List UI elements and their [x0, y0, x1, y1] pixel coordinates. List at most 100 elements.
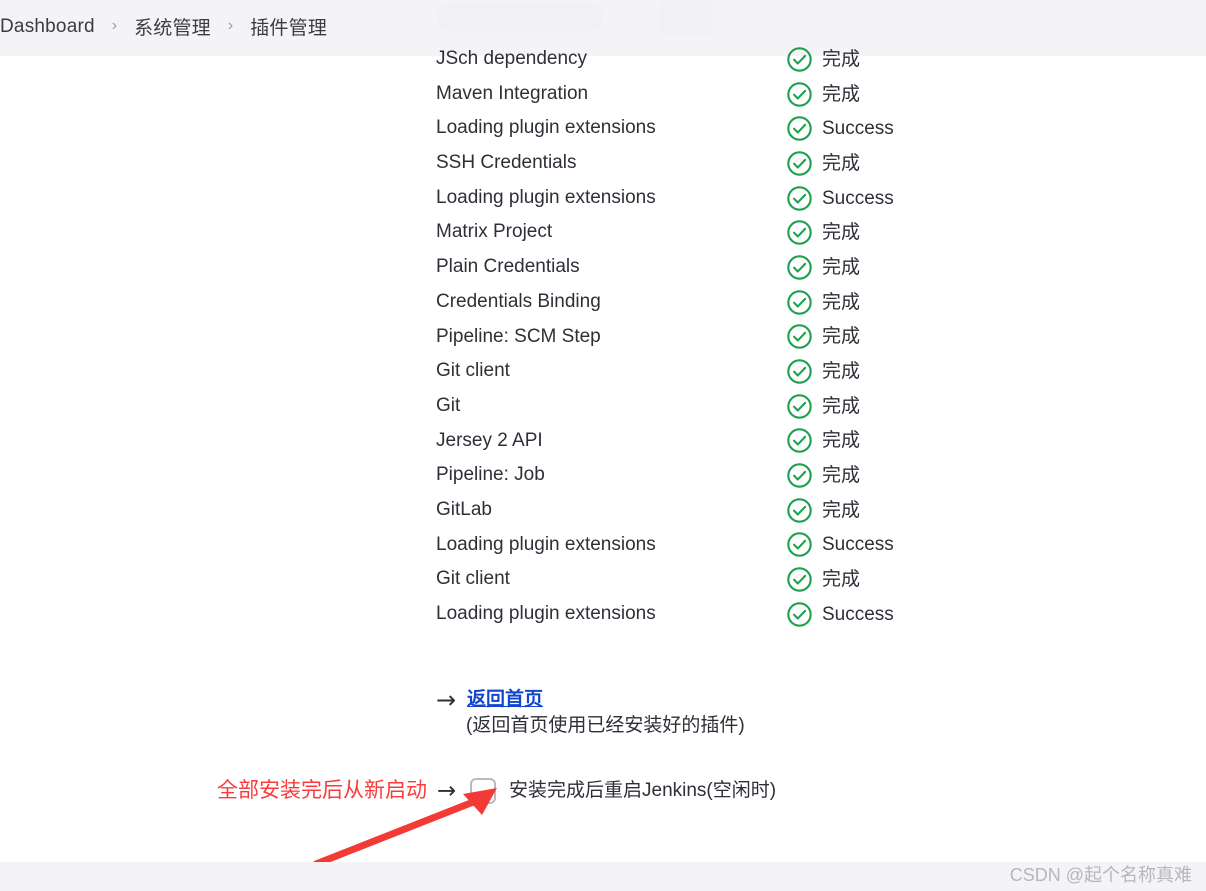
plugin-status-label: 完成: [822, 395, 861, 417]
plugin-status: 完成: [786, 215, 860, 250]
arrow-right-icon: →: [436, 686, 457, 714]
annotation-label: 全部安装完后从新启动: [217, 779, 427, 802]
check-circle-icon: [787, 428, 812, 454]
plugin-status-label: 完成: [822, 569, 861, 591]
check-circle-icon: [787, 185, 812, 211]
plugin-name: Maven Integration: [436, 82, 589, 104]
plugin-status: 完成: [786, 389, 860, 424]
check-circle-icon: [787, 47, 812, 72]
plugin-status: 完成: [786, 42, 860, 77]
plugin-status: 完成: [786, 493, 860, 528]
plugin-row: Git 完成: [0, 389, 1206, 424]
plugin-name: Plain Credentials: [436, 256, 580, 278]
plugin-row: Pipeline: Job 完成: [0, 458, 1206, 493]
plugin-name: Loading plugin extensions: [436, 117, 656, 139]
plugin-name: SSH Credentials: [436, 152, 577, 174]
plugin-status-label: 完成: [822, 361, 861, 383]
check-circle-icon: [787, 463, 812, 488]
plugin-status: Success: [786, 181, 894, 216]
check-circle-icon: [787, 116, 812, 141]
plugin-row: JSch dependency 完成: [0, 42, 1206, 77]
plugin-name: Loading plugin extensions: [436, 603, 656, 624]
plugin-row: Jersey 2 API 完成: [0, 424, 1206, 459]
chevron-right-icon: ›: [227, 16, 234, 34]
plugin-status: 完成: [786, 424, 860, 459]
plugin-status: 完成: [786, 250, 860, 285]
plugin-name: Loading plugin extensions: [436, 533, 656, 555]
plugin-install-progress-list: JSch dependency 完成 Maven Integration 完成 Load…: [0, 42, 1206, 632]
breadcrumb-item-system-management[interactable]: 系统管理: [130, 13, 215, 40]
return-home-link[interactable]: 返回首页: [467, 686, 543, 714]
restart-jenkins-label[interactable]: 安装完成后重启Jenkins(空闲时): [509, 775, 776, 807]
plugin-status-label: 完成: [822, 256, 861, 278]
check-circle-icon: [787, 255, 812, 280]
plugin-row: Loading plugin extensions Success: [0, 597, 1206, 632]
plugin-status-label: 完成: [822, 152, 861, 174]
plugin-name: JSch dependency: [436, 48, 588, 69]
plugin-row: GitLab 完成: [0, 493, 1206, 528]
plugin-status-label: 完成: [822, 499, 861, 521]
check-circle-icon: [787, 498, 812, 523]
search-input[interactable]: [437, 3, 603, 31]
plugin-row: Git client 完成: [0, 354, 1206, 389]
check-circle-icon: [787, 602, 812, 627]
plugin-status: 完成: [786, 285, 860, 320]
plugin-status-label: Success: [822, 534, 894, 556]
plugin-status: 完成: [786, 146, 860, 181]
plugin-row: Credentials Binding 完成: [0, 285, 1206, 320]
chevron-right-icon: ›: [111, 16, 118, 34]
plugin-status: Success: [786, 111, 894, 146]
plugin-name: Pipeline: SCM Step: [436, 325, 601, 347]
plugin-row: Loading plugin extensions Success: [0, 111, 1206, 146]
plugin-name: Loading plugin extensions: [436, 186, 656, 208]
plugin-row: Pipeline: SCM Step 完成: [0, 320, 1206, 355]
plugin-name: Jersey 2 API: [436, 429, 543, 451]
plugin-name: Git: [436, 394, 461, 416]
plugin-status-label: Success: [822, 603, 894, 625]
plugin-name: Git client: [436, 568, 510, 590]
check-circle-icon: [787, 81, 812, 107]
restart-jenkins-checkbox[interactable]: [470, 778, 496, 804]
plugin-status-label: 完成: [822, 291, 861, 313]
plugin-name: Git client: [436, 360, 510, 382]
plugin-row: Matrix Project 完成: [0, 215, 1206, 250]
breadcrumb-item-dashboard[interactable]: Dashboard: [0, 16, 99, 38]
plugin-status: 完成: [786, 458, 860, 493]
plugin-row: Maven Integration 完成: [0, 77, 1206, 112]
plugin-row: Git client 完成: [0, 562, 1206, 597]
plugin-row: SSH Credentials 完成: [0, 146, 1206, 181]
check-circle-icon: [787, 289, 812, 315]
breadcrumb-item-plugin-management: 插件管理: [250, 18, 328, 39]
plugin-status: 完成: [786, 562, 860, 597]
plugin-row: Loading plugin extensions Success: [0, 528, 1206, 563]
check-circle-icon: [787, 220, 812, 246]
check-circle-icon: [787, 151, 812, 176]
plugin-status-label: 完成: [822, 465, 861, 487]
plugin-status-label: Success: [822, 118, 894, 140]
plugin-status-label: 完成: [822, 222, 861, 244]
restart-option-row: 全部安装完后从新启动 → 安装完成后重启Jenkins(空闲时): [0, 775, 1206, 809]
check-circle-icon: [787, 393, 812, 419]
plugin-status: Success: [786, 528, 894, 563]
check-circle-icon: [787, 567, 812, 592]
plugin-status-label: 完成: [822, 430, 861, 452]
plugin-status-label: 完成: [822, 48, 861, 70]
check-circle-icon: [787, 324, 812, 350]
plugin-status-label: 完成: [822, 83, 861, 105]
check-circle-icon: [787, 532, 812, 558]
plugin-status: 完成: [786, 320, 860, 355]
check-circle-icon: [787, 359, 812, 384]
breadcrumb: Dashboard › 系统管理 › 插件管理: [0, 13, 331, 40]
plugin-status: 完成: [786, 354, 860, 389]
watermark-text: CSDN @起个名称真难: [1009, 865, 1192, 885]
plugin-name: Matrix Project: [436, 221, 553, 243]
plugin-status: Success: [786, 597, 894, 632]
plugin-row: Loading plugin extensions Success: [0, 181, 1206, 216]
plugin-row: Plain Credentials 完成: [0, 250, 1206, 285]
plugin-status: 完成: [786, 77, 860, 112]
plugin-name: GitLab: [436, 498, 492, 520]
plugin-name: Credentials Binding: [436, 290, 601, 312]
plugin-name: Pipeline: Job: [436, 464, 545, 486]
return-home-note: (返回首页使用已经安装好的插件): [466, 715, 745, 736]
arrow-right-icon: →: [437, 778, 457, 804]
